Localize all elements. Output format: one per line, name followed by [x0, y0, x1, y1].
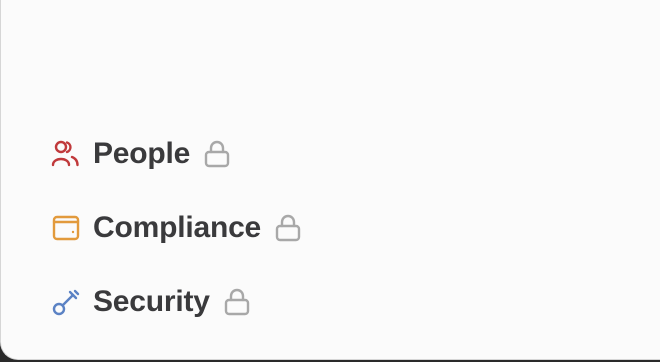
sidebar-panel: People Compliance Security	[0, 0, 660, 360]
lock-icon	[204, 140, 230, 168]
lock-icon	[275, 214, 301, 242]
sidebar-item-security[interactable]: Security	[51, 282, 250, 322]
sidebar-item-compliance[interactable]: Compliance	[51, 208, 301, 248]
key-icon	[51, 287, 81, 317]
wallet-icon	[51, 213, 81, 243]
sidebar-item-label: Compliance	[93, 211, 262, 244]
sidebar-item-people[interactable]: People	[51, 134, 230, 174]
sidebar-item-label: People	[93, 137, 191, 170]
lock-icon	[224, 288, 250, 316]
people-icon	[51, 139, 81, 169]
sidebar-item-label: Security	[93, 285, 210, 318]
